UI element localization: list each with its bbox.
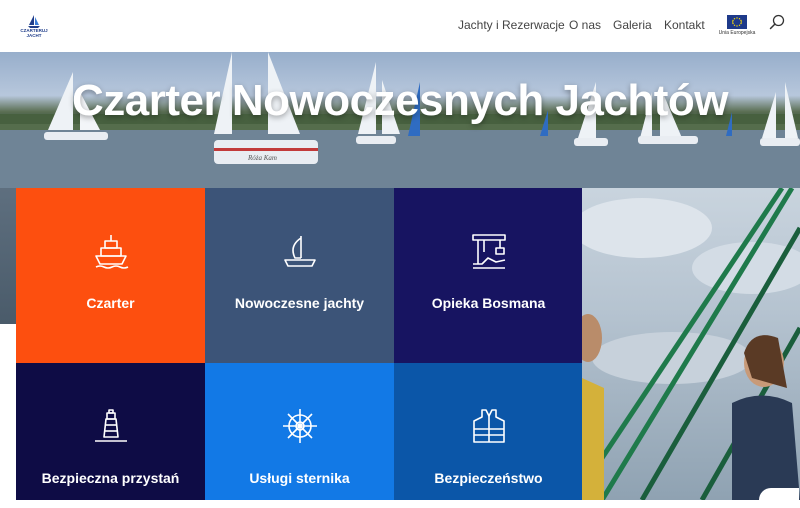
- ship-icon: [92, 232, 130, 270]
- nav-jachty-i-rezerwacje[interactable]: Jachty i Rezerwacje: [458, 18, 565, 32]
- site-header: CZARTERUJ JACHT Jachty i Rezerwacje O na…: [0, 0, 800, 52]
- crane-icon: [470, 232, 508, 270]
- hero-banner: Róża Kam Czarter Nowoczesnych Jachtów: [0, 52, 800, 188]
- sailboat-logo-icon: [28, 15, 40, 28]
- boat-name: Róża Kam: [247, 154, 277, 162]
- tile-label: Bezpieczna przystań: [41, 470, 180, 486]
- tile-uslugi-sternika[interactable]: Usługi sternika: [205, 363, 394, 500]
- eu-label: Unia Europejska: [718, 30, 756, 36]
- tile-nowoczesne-jachty[interactable]: Nowoczesne jachty: [205, 188, 394, 363]
- helm-icon: [281, 407, 319, 445]
- water-strip: [0, 188, 16, 324]
- tile-label: Nowoczesne jachty: [234, 295, 365, 311]
- page-title: Czarter Nowoczesnych Jachtów: [72, 76, 728, 125]
- logo-text: CZARTERUJ JACHT: [20, 28, 48, 38]
- tile-bezpieczenstwo[interactable]: Bezpieczeństwo: [394, 363, 582, 500]
- eu-flag-icon: [727, 15, 747, 29]
- nav-o-nas[interactable]: O nas: [569, 18, 601, 32]
- sailing-photo: [582, 188, 800, 500]
- search-icon[interactable]: [769, 14, 785, 30]
- tile-czarter[interactable]: Czarter: [16, 188, 205, 363]
- sailboat-icon: [281, 232, 319, 270]
- lighthouse-icon: [92, 407, 130, 445]
- tile-bezpieczna-przystan[interactable]: Bezpieczna przystań: [16, 363, 205, 500]
- nav-kontakt[interactable]: Kontakt: [664, 18, 705, 32]
- tile-label: Czarter: [86, 295, 135, 311]
- chat-widget[interactable]: [759, 488, 799, 508]
- tile-opieka-bosmana[interactable]: Opieka Bosmana: [394, 188, 582, 363]
- life-vest-icon: [470, 407, 508, 445]
- tile-label: Opieka Bosmana: [431, 295, 546, 311]
- eu-badge[interactable]: Unia Europejska: [717, 15, 757, 39]
- tile-label: Bezpieczeństwo: [434, 470, 543, 486]
- nav-galeria[interactable]: Galeria: [613, 18, 652, 32]
- site-logo[interactable]: CZARTERUJ JACHT: [18, 15, 50, 41]
- tile-label: Usługi sternika: [249, 470, 350, 486]
